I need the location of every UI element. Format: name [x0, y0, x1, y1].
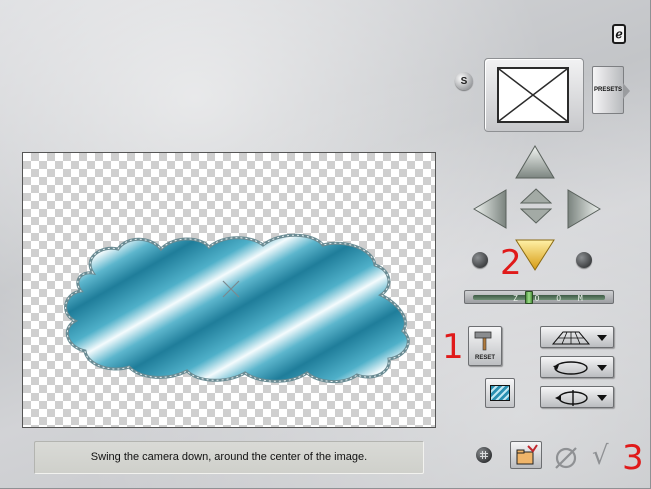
ok-checkmark-icon[interactable]: √: [592, 441, 609, 471]
save-button-label: S: [460, 75, 468, 87]
rotate-dropdown-caret: [597, 365, 607, 371]
zoom-thumb[interactable]: [525, 291, 533, 304]
info-icon[interactable]: ℯ: [612, 24, 626, 44]
grid-icon[interactable]: [476, 447, 492, 463]
perspective-grid-icon: [551, 331, 591, 345]
tilt-down-small-icon[interactable]: [520, 208, 552, 224]
rotate-mode-button[interactable]: [540, 356, 614, 378]
cancel-icon[interactable]: [552, 444, 580, 472]
spin-icon: [555, 390, 588, 406]
plugin-window: ℯ S PRESETS Z O O M RESET Swing the came…: [0, 0, 651, 489]
hammer-icon: [474, 331, 492, 351]
annotation-mark-1: 1: [442, 327, 464, 367]
zoom-track: Z O O M: [473, 291, 605, 304]
arrow-right-icon[interactable]: [566, 188, 602, 230]
rotate-right-icon[interactable]: [576, 252, 592, 268]
preview-object: [64, 233, 410, 383]
save-preset-button[interactable]: S: [455, 72, 473, 90]
rotate-icon: [553, 361, 588, 375]
arrow-left-icon[interactable]: [472, 188, 508, 230]
texture-button[interactable]: [485, 378, 515, 408]
annotation-mark-2: 2: [500, 243, 522, 283]
status-message: Swing the camera down, around the center…: [90, 451, 368, 463]
perspective-mode-button[interactable]: [540, 326, 614, 348]
thumbnail-placeholder-icon: [498, 68, 568, 122]
spin-dropdown-caret: [597, 395, 607, 401]
annotation-mark-3: 3: [622, 438, 644, 478]
reset-label: RESET: [474, 355, 495, 361]
thumbnail-preview: [497, 67, 569, 123]
spin-mode-button[interactable]: [540, 386, 614, 408]
preview-canvas[interactable]: [22, 152, 436, 428]
texture-swatch: [490, 385, 510, 401]
tilt-up-small-icon[interactable]: [520, 188, 552, 204]
folder-icon: [516, 444, 538, 465]
presets-label: PRESETS: [593, 87, 622, 93]
zoom-slider[interactable]: Z O O M: [464, 290, 614, 304]
open-file-button[interactable]: [510, 441, 542, 469]
thumbnail-frame: [484, 58, 584, 132]
reset-button[interactable]: RESET: [468, 326, 502, 366]
arrow-up-icon[interactable]: [514, 144, 556, 180]
perspective-dropdown-caret: [597, 335, 607, 341]
status-bar: Swing the camera down, around the center…: [34, 441, 424, 474]
rotate-left-icon[interactable]: [472, 252, 488, 268]
presets-button[interactable]: PRESETS: [592, 66, 630, 114]
tile-shape: [64, 233, 410, 383]
